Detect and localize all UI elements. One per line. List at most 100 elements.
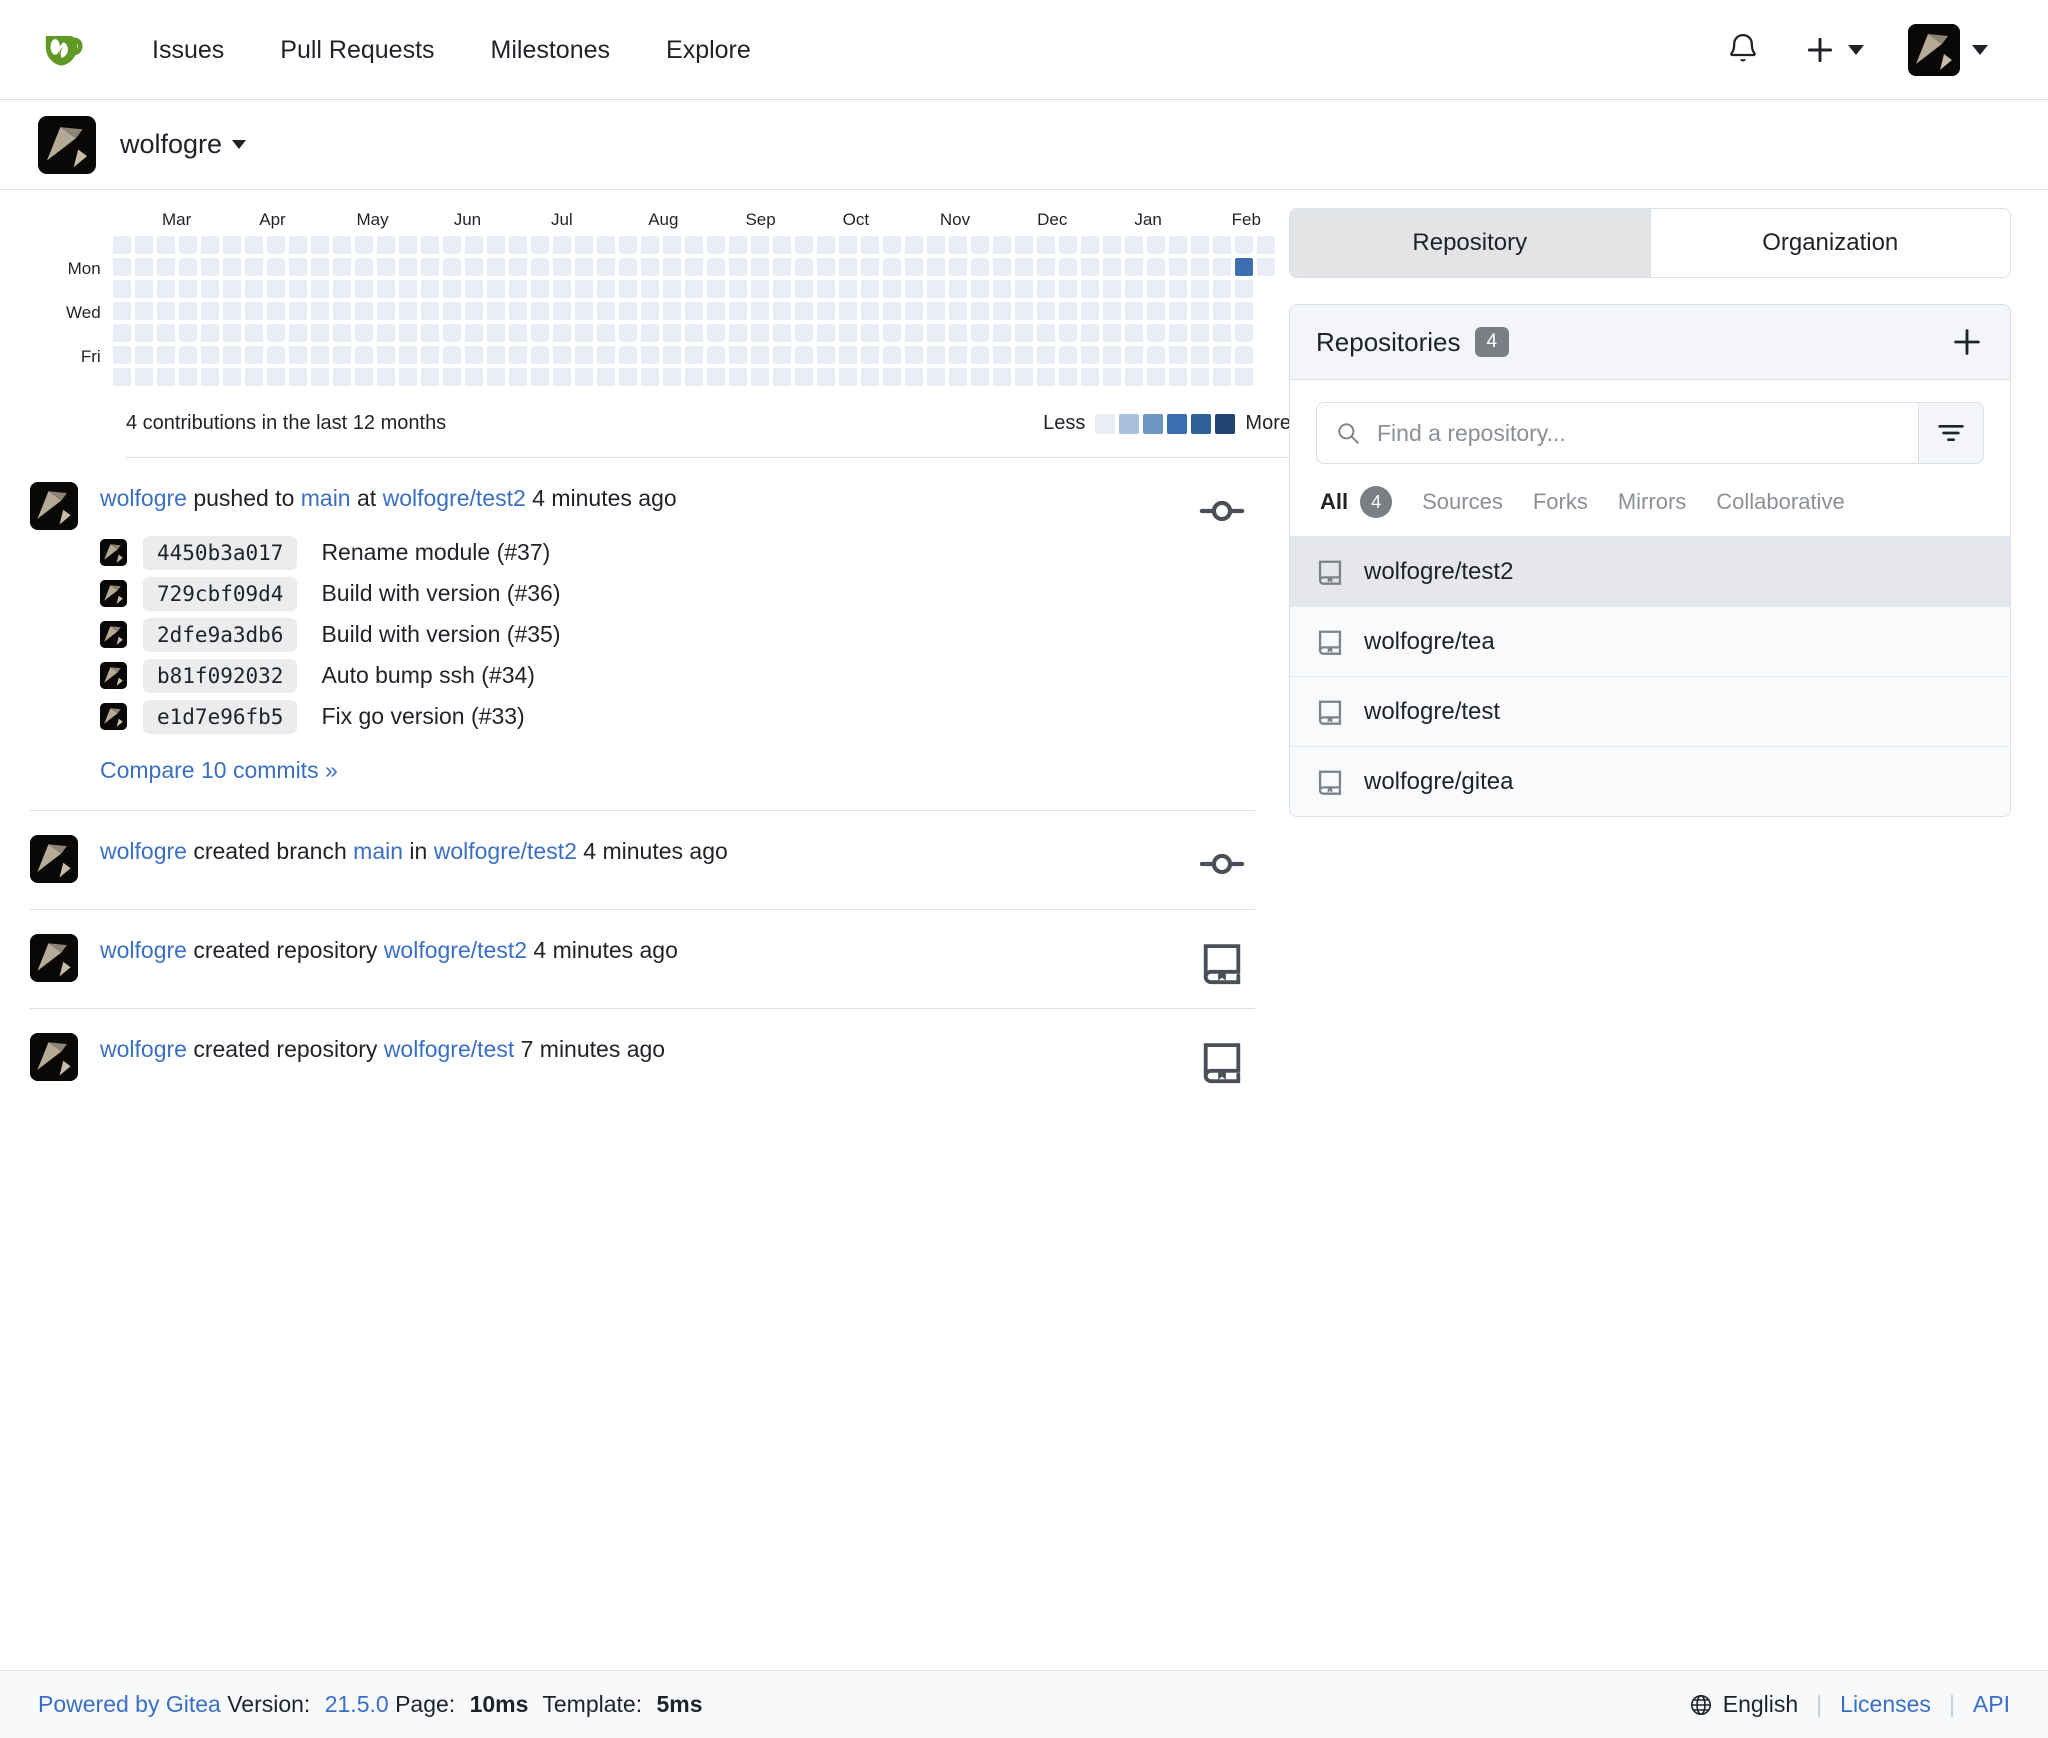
heatmap-cell[interactable] xyxy=(1168,324,1187,342)
heatmap-cell[interactable] xyxy=(464,346,483,364)
heatmap-cell[interactable] xyxy=(1014,258,1033,276)
heatmap-cell[interactable] xyxy=(596,346,615,364)
heatmap-cell[interactable] xyxy=(1168,346,1187,364)
heatmap-cell[interactable] xyxy=(882,346,901,364)
powered-by-gitea-link[interactable]: Powered by Gitea xyxy=(38,1691,221,1717)
heatmap-cell[interactable] xyxy=(970,236,989,254)
heatmap-cell[interactable] xyxy=(508,236,527,254)
heatmap-cell[interactable] xyxy=(508,280,527,298)
heatmap-cell[interactable] xyxy=(376,236,395,254)
heatmap-cell[interactable] xyxy=(838,236,857,254)
heatmap-cell[interactable] xyxy=(288,258,307,276)
heatmap-cell[interactable] xyxy=(948,324,967,342)
heatmap-cell[interactable] xyxy=(882,324,901,342)
heatmap-cell[interactable] xyxy=(1212,346,1231,364)
heatmap-cell[interactable] xyxy=(464,324,483,342)
heatmap-cell[interactable] xyxy=(134,236,153,254)
heatmap-cell[interactable] xyxy=(288,324,307,342)
heatmap-cell[interactable] xyxy=(1256,236,1275,254)
heatmap-cell[interactable] xyxy=(1014,280,1033,298)
heatmap-cell[interactable] xyxy=(398,324,417,342)
heatmap-cell[interactable] xyxy=(398,368,417,386)
nav-link-milestones[interactable]: Milestones xyxy=(463,0,639,100)
heatmap-cell[interactable] xyxy=(596,258,615,276)
heatmap-cell[interactable] xyxy=(948,236,967,254)
heatmap-cell[interactable] xyxy=(1036,258,1055,276)
heatmap-cell[interactable] xyxy=(1212,258,1231,276)
heatmap-cell[interactable] xyxy=(1036,236,1055,254)
heatmap-cell[interactable] xyxy=(1146,346,1165,364)
heatmap-cell[interactable] xyxy=(816,368,835,386)
heatmap-cell[interactable] xyxy=(156,346,175,364)
heatmap-cell[interactable] xyxy=(376,368,395,386)
heatmap-cell[interactable] xyxy=(486,302,505,320)
heatmap-cell[interactable] xyxy=(662,258,681,276)
heatmap-cell[interactable] xyxy=(442,302,461,320)
heatmap-cell[interactable] xyxy=(662,302,681,320)
heatmap-cell[interactable] xyxy=(310,324,329,342)
heatmap-cell[interactable] xyxy=(310,368,329,386)
heatmap-cell[interactable] xyxy=(992,258,1011,276)
heatmap-cell[interactable] xyxy=(178,324,197,342)
heatmap-cell[interactable] xyxy=(376,280,395,298)
heatmap-cell[interactable] xyxy=(728,236,747,254)
heatmap-cell[interactable] xyxy=(1036,280,1055,298)
heatmap-cell[interactable] xyxy=(486,280,505,298)
commit-sha[interactable]: e1d7e96fb5 xyxy=(143,699,298,734)
heatmap-cell[interactable] xyxy=(134,302,153,320)
heatmap-cell[interactable] xyxy=(816,258,835,276)
repo-filter-tab-sources[interactable]: Sources xyxy=(1422,489,1503,515)
heatmap-cell[interactable] xyxy=(926,236,945,254)
nav-link-pull-requests[interactable]: Pull Requests xyxy=(252,0,462,100)
heatmap-cell[interactable] xyxy=(178,258,197,276)
notifications-button[interactable] xyxy=(1704,0,1782,100)
heatmap-cell[interactable] xyxy=(1256,258,1275,276)
activity-actor-link[interactable]: wolfogre xyxy=(100,937,187,963)
heatmap-cell[interactable] xyxy=(1146,324,1165,342)
heatmap-cell[interactable] xyxy=(640,258,659,276)
heatmap-cell[interactable] xyxy=(530,368,549,386)
heatmap-cell[interactable] xyxy=(618,324,637,342)
heatmap-cell[interactable] xyxy=(1014,346,1033,364)
heatmap-cell[interactable] xyxy=(750,280,769,298)
heatmap-cell[interactable] xyxy=(464,302,483,320)
heatmap-cell[interactable] xyxy=(1168,302,1187,320)
heatmap-cell[interactable] xyxy=(970,346,989,364)
heatmap-cell[interactable] xyxy=(904,346,923,364)
heatmap-cell[interactable] xyxy=(684,368,703,386)
heatmap-cell[interactable] xyxy=(1146,258,1165,276)
heatmap-cell[interactable] xyxy=(794,368,813,386)
tab-organization[interactable]: Organization xyxy=(1649,209,2010,277)
heatmap-cell[interactable] xyxy=(552,324,571,342)
heatmap-cell[interactable] xyxy=(1102,258,1121,276)
heatmap-cell[interactable] xyxy=(156,258,175,276)
heatmap-cell[interactable] xyxy=(706,236,725,254)
heatmap-cell[interactable] xyxy=(772,368,791,386)
heatmap-cell[interactable] xyxy=(310,280,329,298)
heatmap-cell[interactable] xyxy=(1190,302,1209,320)
heatmap-cell[interactable] xyxy=(552,368,571,386)
heatmap-cell[interactable] xyxy=(662,346,681,364)
heatmap-cell[interactable] xyxy=(926,324,945,342)
heatmap-cell[interactable] xyxy=(288,280,307,298)
heatmap-cell[interactable] xyxy=(816,236,835,254)
heatmap-cell[interactable] xyxy=(398,236,417,254)
heatmap-cell[interactable] xyxy=(244,346,263,364)
heatmap-cell[interactable] xyxy=(1036,302,1055,320)
heatmap-cell[interactable] xyxy=(970,258,989,276)
heatmap-cell[interactable] xyxy=(1014,302,1033,320)
heatmap-cell[interactable] xyxy=(838,324,857,342)
heatmap-cell[interactable] xyxy=(596,324,615,342)
heatmap-cell[interactable] xyxy=(574,346,593,364)
heatmap-cell[interactable] xyxy=(530,258,549,276)
heatmap-cell[interactable] xyxy=(1146,368,1165,386)
heatmap-cell[interactable] xyxy=(156,236,175,254)
heatmap-cell[interactable] xyxy=(772,302,791,320)
heatmap-cell[interactable] xyxy=(112,236,131,254)
heatmap-cell[interactable] xyxy=(574,324,593,342)
heatmap-cell[interactable] xyxy=(420,324,439,342)
heatmap-cell[interactable] xyxy=(266,302,285,320)
heatmap-cell[interactable] xyxy=(288,368,307,386)
heatmap-cell[interactable] xyxy=(706,346,725,364)
heatmap-cell[interactable] xyxy=(1080,236,1099,254)
